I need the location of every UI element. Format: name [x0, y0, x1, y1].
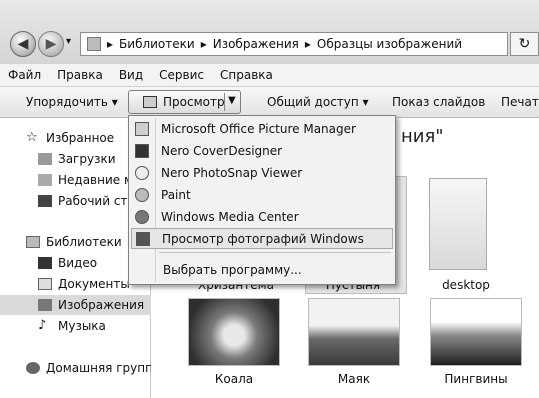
- crumb-separator-icon: ▸: [107, 37, 114, 51]
- menu-item-media-center[interactable]: Windows Media Center: [131, 206, 393, 227]
- menu-separator: [159, 252, 391, 253]
- back-button[interactable]: ◀: [10, 31, 36, 57]
- menu-help[interactable]: Справка: [212, 68, 281, 82]
- address-bar[interactable]: ▸ Библиотеки ▸ Изображения ▸ Образцы изо…: [80, 32, 508, 56]
- menu-item-nero-photosnap[interactable]: Nero PhotoSnap Viewer: [131, 162, 393, 183]
- paint-palette-icon: [135, 187, 149, 202]
- crumb-separator-icon: ▸: [200, 37, 207, 51]
- thumbnail-lighthouse[interactable]: [308, 298, 400, 366]
- share-button[interactable]: Общий доступ ▾: [267, 95, 369, 109]
- menu-item-label: Windows Media Center: [161, 209, 299, 224]
- nav-label: Документы: [58, 277, 130, 291]
- menu-item-label: Выбрать программу...: [163, 262, 302, 277]
- nav-label: Изображения: [58, 298, 145, 312]
- menu-view[interactable]: Вид: [111, 68, 151, 82]
- nav-label: Загрузки: [58, 152, 116, 166]
- libraries-icon: [26, 236, 40, 248]
- view-button-label: Просмотр: [163, 95, 225, 109]
- breadcrumb-libraries[interactable]: Библиотеки: [119, 37, 195, 51]
- library-header-fragment: ния": [401, 126, 444, 147]
- menu-file[interactable]: Файл: [0, 68, 49, 82]
- menu-item-choose-program[interactable]: Выбрать программу...: [131, 259, 393, 280]
- menu-item-label: Nero CoverDesigner: [161, 143, 283, 158]
- forward-button[interactable]: ▶: [38, 31, 64, 57]
- open-with-dropdown: Microsoft Office Picture Manager Nero Co…: [128, 115, 396, 285]
- recent-places-icon: [38, 174, 52, 186]
- desktop-icon: [38, 195, 52, 207]
- forward-arrow-icon: ▶: [45, 36, 57, 52]
- menu-item-label: Microsoft Office Picture Manager: [161, 121, 356, 136]
- menu-item-ms-picture-manager[interactable]: Microsoft Office Picture Manager: [131, 118, 393, 139]
- recent-pages-dropdown-icon[interactable]: ▾: [66, 36, 71, 47]
- picture-manager-icon: [135, 121, 149, 136]
- nero-coverdesigner-icon: [135, 143, 149, 158]
- thumbnail-koala[interactable]: [188, 298, 280, 366]
- nav-label: Рабочий сто: [58, 194, 135, 208]
- nav-label: Избранное: [46, 131, 115, 145]
- organize-button[interactable]: Упорядочить ▾: [26, 95, 118, 109]
- star-icon: ☆: [26, 130, 38, 145]
- back-arrow-icon: ◀: [17, 36, 29, 52]
- caption-koala: Коала: [214, 372, 254, 386]
- media-center-icon: [135, 209, 149, 224]
- caption-desktop: desktop: [442, 278, 490, 292]
- crumb-separator-icon: ▸: [304, 37, 311, 51]
- nav-label: Видео: [58, 256, 98, 270]
- music-icon: ♪: [38, 318, 47, 333]
- thumbnail-penguins[interactable]: [430, 298, 522, 366]
- caption-penguins: Пингвины: [444, 372, 508, 386]
- folder-icon: [87, 37, 101, 51]
- thumbnail-desktop-file[interactable]: [429, 178, 487, 270]
- breadcrumb-images[interactable]: Изображения: [213, 37, 299, 51]
- video-icon: [38, 257, 52, 269]
- menu-item-nero-coverdesigner[interactable]: Nero CoverDesigner: [131, 140, 393, 161]
- downloads-icon: [38, 153, 52, 165]
- images-icon: [38, 299, 52, 311]
- view-icon: [143, 96, 157, 108]
- nav-label: Музыка: [58, 319, 106, 333]
- menu-tools[interactable]: Сервис: [151, 68, 212, 82]
- homegroup-icon: [26, 362, 40, 374]
- menu-item-paint[interactable]: Paint: [131, 184, 393, 205]
- nav-label: Домашняя группа: [46, 361, 161, 375]
- view-button[interactable]: Просмотр ▼: [128, 90, 241, 114]
- menu-bar: Файл Правка Вид Сервис Справка: [0, 64, 539, 87]
- documents-icon: [38, 278, 52, 290]
- refresh-button[interactable]: ↻: [510, 32, 539, 56]
- nav-label: Библиотеки: [46, 235, 122, 249]
- caption-lighthouse: Маяк: [337, 372, 371, 386]
- nav-homegroup[interactable]: Домашняя группа: [0, 358, 176, 378]
- menu-item-label: Paint: [161, 187, 191, 202]
- nero-photosnap-icon: [135, 165, 149, 180]
- slideshow-button[interactable]: Показ слайдов: [392, 95, 485, 109]
- menu-item-windows-photo-viewer[interactable]: Просмотр фотографий Windows: [131, 228, 393, 249]
- menu-edit[interactable]: Правка: [49, 68, 111, 82]
- window-minimize-area: [0, 0, 539, 26]
- breadcrumb-sample-pictures[interactable]: Образцы изображений: [317, 37, 462, 51]
- view-split-divider: [224, 93, 225, 111]
- menu-item-label: Nero PhotoSnap Viewer: [161, 165, 303, 180]
- photo-viewer-icon: [136, 231, 150, 246]
- chevron-down-icon[interactable]: ▼: [228, 95, 236, 106]
- print-button[interactable]: Печать: [501, 95, 539, 109]
- menu-item-label: Просмотр фотографий Windows: [162, 231, 364, 246]
